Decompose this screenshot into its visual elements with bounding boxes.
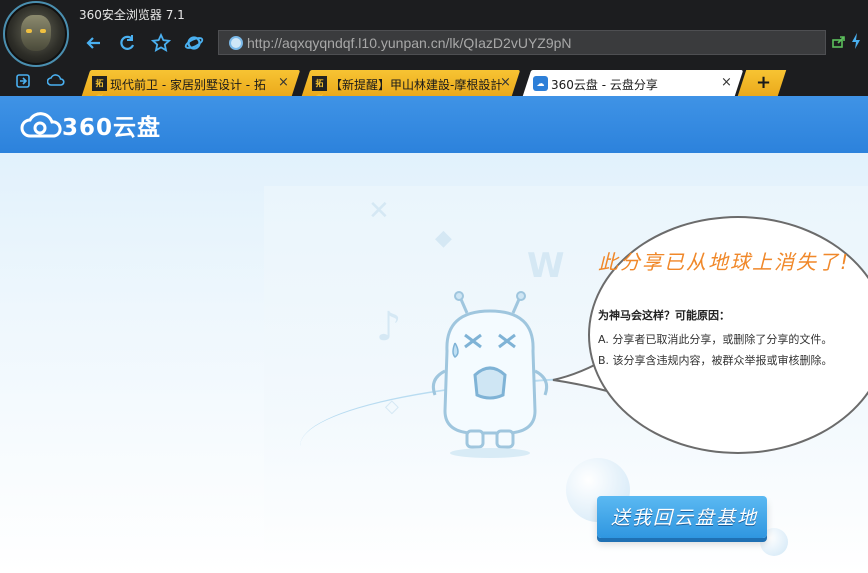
tab-label: 【新提醒】甲山林建設-摩根設計 <box>330 78 503 92</box>
site-logo-text[interactable]: 360云盘 <box>62 108 161 142</box>
cloud-icon: ☁ <box>533 76 548 91</box>
refresh-icon[interactable] <box>117 33 137 53</box>
error-title: 此分享已从地球上消失了! <box>598 250 851 274</box>
globe-icon <box>229 36 243 50</box>
decor-diamond-icon: ◇ <box>385 396 399 417</box>
plus-icon: + <box>756 72 772 93</box>
close-icon[interactable]: × <box>500 75 511 90</box>
site-header: 360云盘 <box>0 96 868 153</box>
tab-design-site[interactable]: 拓者 现代前卫 - 家居别墅设计 - 拓 × <box>81 70 301 103</box>
browser-chrome: 360安全浏览器 7.1 http://aqxqyqndqf.l10.yunpa… <box>0 0 868 103</box>
decor-note-icon: ♪ <box>376 304 402 350</box>
reason-line-b: B. 该分享含违规内容，被群众举报或审核删除。 <box>598 354 833 367</box>
ie-icon[interactable] <box>184 33 204 53</box>
user-avatar[interactable] <box>3 1 69 67</box>
share-icon[interactable] <box>832 36 846 48</box>
tab-yunpan-share[interactable]: ☁ 360云盘 - 云盘分享 × <box>522 70 744 96</box>
cloud-icon[interactable] <box>46 73 65 91</box>
address-text[interactable]: http://aqxqyqndqf.l10.yunpan.cn/lk/QIazD… <box>247 35 572 51</box>
lightning-icon[interactable] <box>851 33 861 53</box>
tab-forum-reminder[interactable]: 拓者 【新提醒】甲山林建設-摩根設計 × <box>301 70 521 103</box>
avatar-face <box>21 15 51 51</box>
yunpan-logo-icon <box>20 112 62 138</box>
address-bar[interactable]: http://aqxqyqndqf.l10.yunpan.cn/lk/QIazD… <box>218 30 826 55</box>
new-tab-button[interactable]: + <box>737 70 787 96</box>
crying-mascot-image <box>431 291 549 458</box>
back-to-yunpan-button[interactable]: 送我回云盘基地 <box>597 496 767 538</box>
decor-w-icon: W <box>527 246 565 286</box>
close-icon[interactable]: × <box>721 75 732 90</box>
back-to-yunpan-label: 送我回云盘基地 <box>611 507 759 529</box>
sidebar-login-icon[interactable] <box>14 73 32 91</box>
decor-x-icon: ✕ <box>368 196 390 226</box>
favorite-star-icon[interactable] <box>150 32 172 53</box>
reason-line-a: A. 分享者已取消此分享，或删除了分享的文件。 <box>598 333 833 346</box>
decor-drop-icon: ◆ <box>435 226 452 251</box>
tab-favicon: 拓者 <box>92 76 107 103</box>
close-icon[interactable]: × <box>278 75 289 90</box>
back-icon[interactable] <box>84 33 104 53</box>
avatar-eye-left <box>26 29 32 33</box>
browser-title: 360安全浏览器 7.1 <box>79 8 185 22</box>
page-content: 360云盘 ✕ W ♪ ◆ ◇ 此分享已从地球上消失了! 为神马会这样？可能原因… <box>0 96 868 573</box>
tab-favicon: 拓者 <box>312 76 327 103</box>
reason-heading: 为神马会这样？可能原因： <box>598 309 730 322</box>
avatar-eye-right <box>40 29 46 33</box>
tab-label: 现代前卫 - 家居别墅设计 - 拓 <box>110 78 266 92</box>
tab-label: 360云盘 - 云盘分享 <box>551 78 658 92</box>
